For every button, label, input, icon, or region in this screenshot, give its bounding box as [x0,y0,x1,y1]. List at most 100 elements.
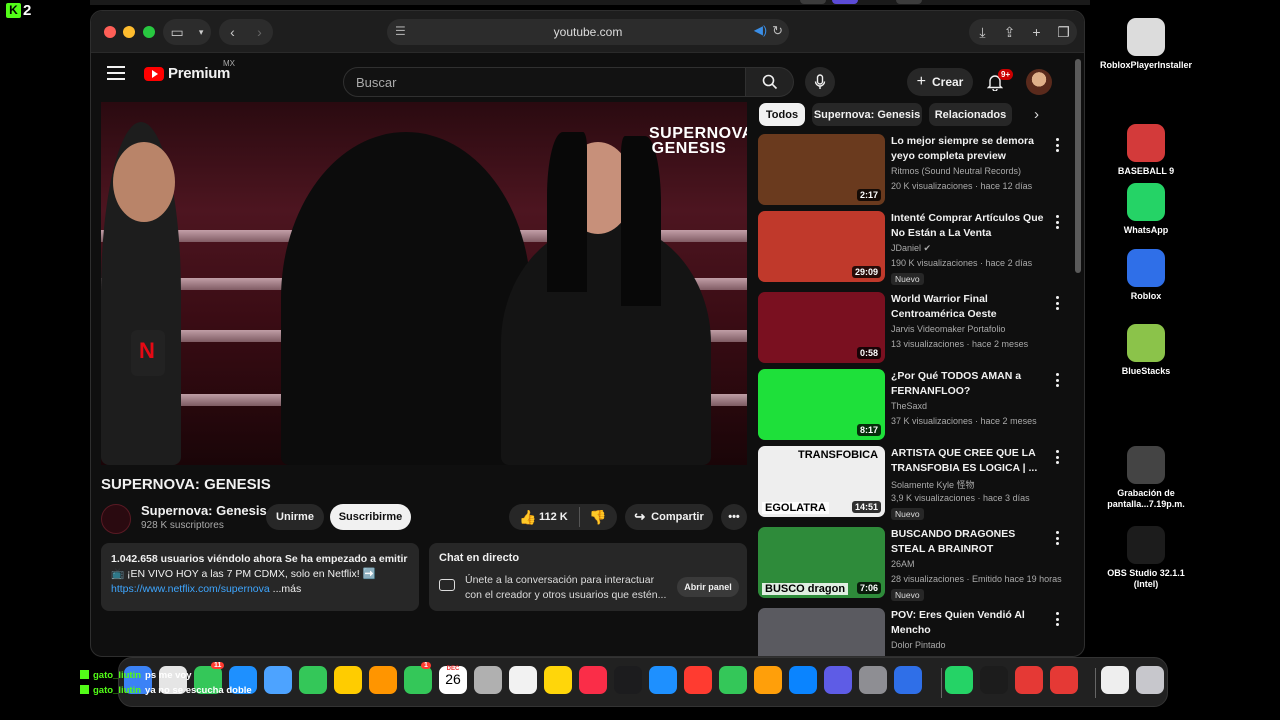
create-button[interactable]: + Crear [907,68,973,96]
recommendation-item[interactable]: 8:17 ¿Por Qué TODOS AMAN a FERNANFLOO? T… [758,369,1068,443]
recommendation-channel[interactable]: TheSaxd [891,401,927,411]
recommendation-channel[interactable]: 26AM [891,559,915,569]
zoom-window-button[interactable] [143,26,155,38]
recommendation-item[interactable]: 0:58 World Warrior Final Centroamérica O… [758,292,1068,366]
menu-pill[interactable] [832,0,858,4]
photos-icon[interactable] [369,666,397,694]
open-chat-button[interactable]: Abrir panel [677,577,739,597]
recommendation-channel[interactable]: Dolor Pintado [891,640,946,650]
desktop-item[interactable]: OBS Studio 32.1.1 (Intel) [1096,526,1196,590]
notes-icon[interactable] [544,666,572,694]
calendar-app[interactable]: DEC 26 [439,666,467,694]
page-settings-icon[interactable]: ☰ [395,24,406,38]
more-options-icon[interactable] [1054,612,1060,626]
trash-icon[interactable] [1136,666,1164,694]
tv-icon[interactable] [614,666,642,694]
roblox-icon[interactable] [894,666,922,694]
menu-pill[interactable] [896,0,922,4]
desktop-item[interactable]: Grabación de pantalla...7.19p.m. [1096,446,1196,510]
more-actions-button[interactable]: ••• [721,504,747,530]
desktop-item[interactable]: BlueStacks [1096,324,1196,377]
reminders-icon[interactable] [509,666,537,694]
video-thumbnail[interactable] [758,608,885,656]
maps-icon[interactable] [334,666,362,694]
share-icon[interactable]: ⇪ [997,19,1023,45]
subscribe-button[interactable]: Suscribirme [330,504,411,530]
obs-icon[interactable] [980,666,1008,694]
forward-button[interactable]: › [257,24,262,40]
recommendation-title[interactable]: ¿Por Qué TODOS AMAN a FERNANFLOO? [891,369,1051,399]
video-player[interactable]: N SUPERNOVA GENESIS [101,102,747,465]
recommendation-channel[interactable]: Solamente Kyle 怪物 [891,478,975,491]
music-icon[interactable] [579,666,607,694]
more-options-icon[interactable] [1054,373,1060,387]
whatsapp-icon[interactable] [945,666,973,694]
show-more-link[interactable]: ...más [273,583,302,595]
channel-name[interactable]: Supernova: Genesis [141,503,267,518]
recommendation-item[interactable]: 29:09 Intenté Comprar Artículos Que No E… [758,211,1068,285]
search-button[interactable] [746,67,794,97]
video-thumbnail[interactable]: 2:17 [758,134,885,205]
menu-icon[interactable] [107,66,125,80]
youtube-logo[interactable]: Premium MX [144,59,235,82]
tab-overview-icon[interactable]: ❐ [1051,19,1077,45]
video-thumbnail[interactable]: 29:09 [758,211,885,282]
join-button[interactable]: Unirme [266,504,324,530]
speaker-icon[interactable]: ◀) [754,23,767,37]
phone-icon[interactable] [299,666,327,694]
sidebar-toggle-button[interactable]: ▭ ▾ [163,19,211,45]
share-button[interactable]: ↪ Compartir [625,504,713,530]
channel-avatar[interactable] [101,504,131,534]
app-store-icon[interactable] [789,666,817,694]
anydesk-icon[interactable] [1050,666,1078,694]
recommendation-item[interactable]: 2:17 Lo mejor siempre se demora yeyo com… [758,134,1068,208]
preview-icon[interactable] [824,666,852,694]
description-link[interactable]: https://www.netflix.com/supernova [111,583,270,595]
video-thumbnail[interactable]: TRANSFOBICA EGOLATRA 14:51 [758,446,885,517]
recommendation-item[interactable]: TRANSFOBICA EGOLATRA 14:51 ARTISTA QUE C… [758,446,1068,520]
more-options-icon[interactable] [1054,531,1060,545]
recommendation-channel[interactable]: JDaniel ✔ [891,243,931,254]
description-box[interactable]: 1.042.658 usuarios viéndolo ahora Se ha … [101,543,419,611]
more-options-icon[interactable] [1054,296,1060,310]
keynote-icon[interactable] [649,666,677,694]
recommendation-title[interactable]: ARTISTA QUE CREE QUE LA TRANSFOBIA ES LO… [891,446,1051,476]
anydesk-icon[interactable] [1015,666,1043,694]
video-thumbnail[interactable]: 0:58 [758,292,885,363]
recommendation-item[interactable]: POV: Eres Quien Vendió Al Mencho Dolor P… [758,608,1068,656]
chip-supernova[interactable]: Supernova: Genesis [812,103,922,126]
reload-icon[interactable]: ↻ [772,23,783,39]
recommendation-title[interactable]: Intenté Comprar Artículos Que No Están a… [891,211,1051,241]
chevron-right-icon[interactable]: › [1034,106,1039,123]
recommendation-title[interactable]: Lo mejor siempre se demora yeyo completa… [891,134,1051,164]
pages-icon[interactable] [754,666,782,694]
document-icon[interactable] [1101,666,1129,694]
menu-pill[interactable] [800,0,826,4]
video-thumbnail[interactable]: 8:17 [758,369,885,440]
recommendation-channel[interactable]: Jarvis Videomaker Portafolio [891,324,1005,334]
close-window-button[interactable] [104,26,116,38]
account-avatar[interactable] [1026,69,1052,95]
chip-todos[interactable]: Todos [759,103,805,126]
back-button[interactable]: ‹ [230,24,235,40]
rocket-icon[interactable] [684,666,712,694]
desktop-item[interactable]: BASEBALL 9 [1096,124,1196,177]
mail-icon[interactable] [264,666,292,694]
scrollbar[interactable] [1075,59,1081,273]
recommendation-title[interactable]: POV: Eres Quien Vendió Al Mencho [891,608,1051,638]
downloads-icon[interactable]: ⤓ [970,19,996,45]
voice-search-button[interactable] [805,67,835,97]
desktop-item[interactable]: RobloxPlayerInstaller [1096,18,1196,71]
more-options-icon[interactable] [1054,450,1060,464]
recommendation-title[interactable]: World Warrior Final Centroamérica Oeste [891,292,1051,322]
contacts-icon[interactable] [474,666,502,694]
video-thumbnail[interactable]: BUSCO dragon 7:06 [758,527,885,598]
recommendation-item[interactable]: BUSCO dragon 7:06 BUSCANDO DRAGONES STEA… [758,527,1068,601]
numbers-icon[interactable] [719,666,747,694]
more-options-icon[interactable] [1054,138,1060,152]
dislike-button[interactable]: 👎 [589,509,606,526]
minimize-window-button[interactable] [123,26,135,38]
recommendation-channel[interactable]: Ritmos (Sound Neutral Records) [891,166,1021,176]
address-bar[interactable]: ☰ youtube.com ◀) ↻ [387,19,789,45]
settings-icon[interactable] [859,666,887,694]
